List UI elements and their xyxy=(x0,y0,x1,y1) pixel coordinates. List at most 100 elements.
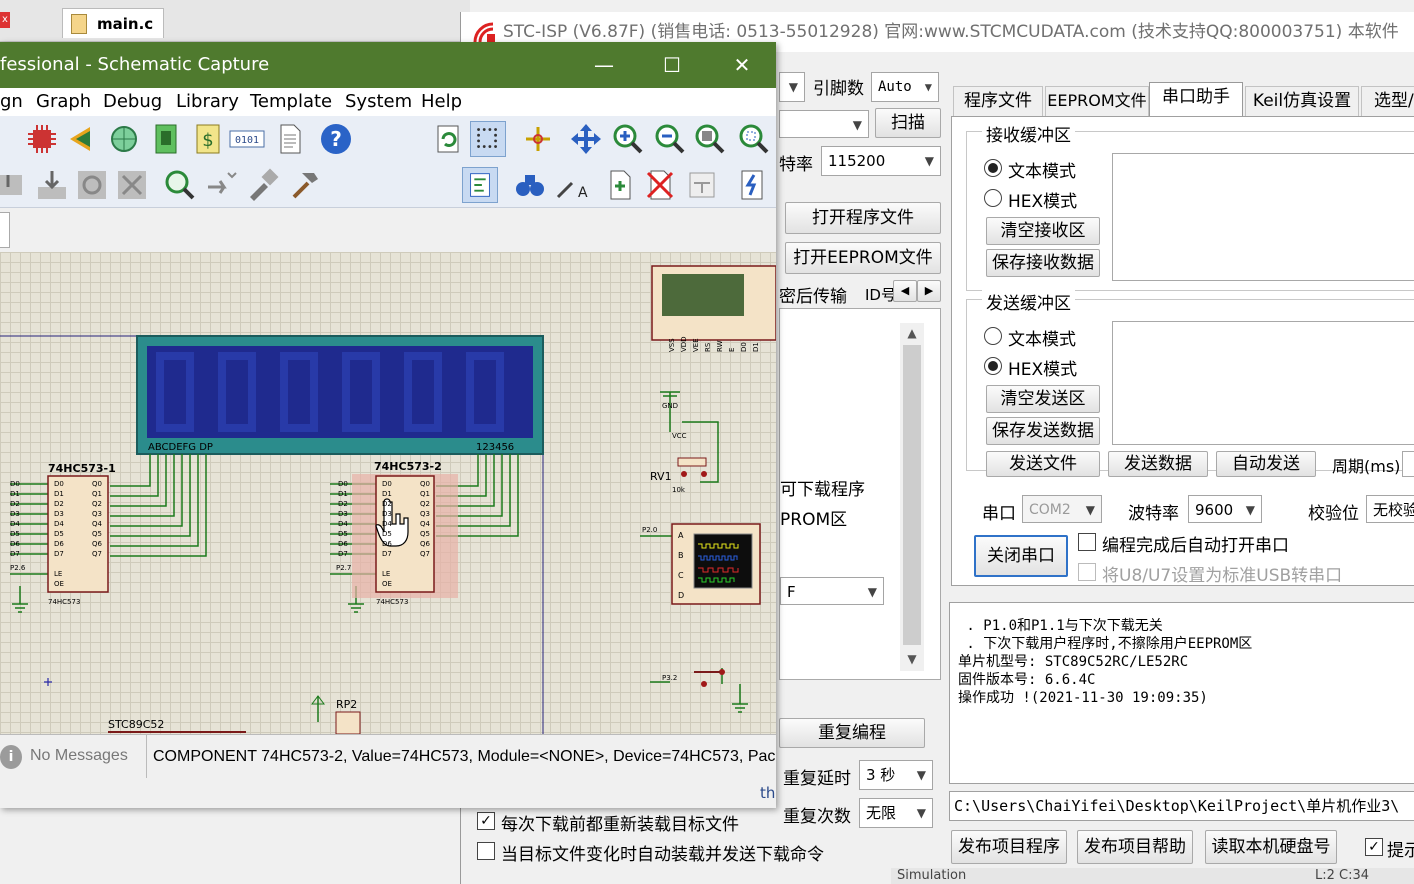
mcu-type-combo[interactable]: ▼ xyxy=(779,72,805,102)
baud-combo[interactable]: 115200 ▼ xyxy=(821,146,941,176)
menu-debug[interactable]: Debug xyxy=(103,88,162,116)
send-data-button[interactable]: 发送数据 xyxy=(1108,451,1208,477)
receive-text-mode-radio[interactable] xyxy=(984,159,1002,177)
bom-dollar-icon[interactable]: $ xyxy=(190,121,226,157)
pins-combo[interactable]: Auto ▼ xyxy=(871,72,939,102)
block-rotate-icon[interactable] xyxy=(74,167,110,203)
menu-design[interactable]: gn xyxy=(0,88,23,116)
origin-icon[interactable] xyxy=(520,121,556,157)
resistor-pack-rp2[interactable]: RP2 xyxy=(311,695,361,734)
port-select-combo[interactable]: ▼ xyxy=(779,110,869,138)
tab-serial-assistant[interactable]: 串口助手 xyxy=(1149,82,1243,117)
refresh-icon[interactable] xyxy=(430,121,466,157)
wire-label-icon[interactable]: A xyxy=(552,167,588,203)
block-delete-icon[interactable] xyxy=(114,167,150,203)
block-down-icon[interactable] xyxy=(34,167,70,203)
globe-icon[interactable] xyxy=(106,121,142,157)
scrollbar-thumb[interactable] xyxy=(903,345,921,645)
maximize-icon[interactable]: ☐ xyxy=(644,42,700,88)
clear-receive-button[interactable]: 清空接收区 xyxy=(986,217,1100,245)
hammer-icon[interactable] xyxy=(286,167,322,203)
tab-eeprom-file[interactable]: EEPROM文件 xyxy=(1045,86,1149,116)
push-button[interactable]: P3.2 xyxy=(662,669,725,687)
scroll-down-icon[interactable]: ▼ xyxy=(900,649,924,669)
clear-send-button[interactable]: 清空发送区 xyxy=(986,385,1100,413)
pan-icon[interactable] xyxy=(568,121,604,157)
sound-icon[interactable] xyxy=(64,121,100,157)
binoculars-icon[interactable] xyxy=(512,167,548,203)
reload-checkbox[interactable]: ✓ xyxy=(477,812,495,830)
zoom-area-icon[interactable] xyxy=(736,121,772,157)
close-icon[interactable]: x xyxy=(0,12,10,28)
help-icon[interactable]: ? xyxy=(318,121,354,157)
open-eeprom-button[interactable]: 打开EEPROM文件 xyxy=(785,242,941,274)
messages-status[interactable]: No Messages xyxy=(30,747,128,765)
binary-file-icon[interactable]: 0101 xyxy=(228,121,266,157)
minimize-icon[interactable]: — xyxy=(576,42,632,88)
zoom-fit-icon[interactable] xyxy=(692,121,728,157)
zoom-in-icon[interactable] xyxy=(610,121,646,157)
sheet-tab[interactable] xyxy=(0,212,10,248)
send-textarea[interactable] xyxy=(1112,321,1414,445)
tab-scroll-right-icon[interactable]: ▶ xyxy=(917,280,941,302)
scan-button[interactable]: 扫描 xyxy=(875,108,941,138)
close-icon[interactable]: ✕ xyxy=(714,42,770,88)
options-scrollbar[interactable]: ▲ ▼ xyxy=(900,323,924,671)
menu-template[interactable]: Template xyxy=(250,88,332,116)
mcu-stc89c52[interactable]: STC89C52 xyxy=(108,718,246,733)
search-icon[interactable] xyxy=(162,167,198,203)
send-text-mode-radio[interactable] xyxy=(984,327,1002,345)
hint-checkbox[interactable]: ✓ xyxy=(1365,838,1383,856)
auto-open-checkbox[interactable] xyxy=(1078,533,1096,551)
tab-selection[interactable]: 选型/ xyxy=(1361,86,1414,116)
send-hex-mode-radio[interactable] xyxy=(984,357,1002,375)
lcd-module[interactable]: VSS VDD VEE RS RW E D0 D1 xyxy=(651,265,776,352)
publish-program-button[interactable]: 发布项目程序 xyxy=(951,830,1067,864)
project-path-field[interactable]: C:\Users\ChaiYifei\Desktop\KeilProject\单… xyxy=(949,791,1414,821)
open-program-button[interactable]: 打开程序文件 xyxy=(785,202,941,234)
chip-74hc573-2[interactable]: 74HC573-2 74HC573 P2.7 xyxy=(336,460,458,606)
close-port-button[interactable]: 关闭串口 xyxy=(974,535,1068,577)
property-tool-icon[interactable] xyxy=(244,167,280,203)
tab-scroll-left-icon[interactable]: ◀ xyxy=(893,280,917,302)
document-icon[interactable] xyxy=(272,121,308,157)
seven-segment-display[interactable]: ABCDEFG DP 123456 xyxy=(136,335,544,455)
block-move-icon[interactable] xyxy=(0,167,36,203)
pick-device-icon[interactable] xyxy=(204,167,240,203)
pcb-icon[interactable] xyxy=(148,121,184,157)
delete-sheet-icon[interactable] xyxy=(642,167,678,203)
menu-system[interactable]: System xyxy=(345,88,412,116)
autoload-checkbox[interactable] xyxy=(477,842,495,860)
receive-hex-mode-radio[interactable] xyxy=(984,189,1002,207)
read-disk-button[interactable]: 读取本机硬盘号 xyxy=(1205,830,1337,864)
parity-combo[interactable]: 无校验 xyxy=(1366,495,1414,523)
save-receive-button[interactable]: 保存接收数据 xyxy=(986,249,1100,277)
editor-tab-main-c[interactable]: main.c xyxy=(62,8,164,38)
grid-icon[interactable] xyxy=(470,121,506,157)
send-file-button[interactable]: 发送文件 xyxy=(986,451,1100,477)
port-combo[interactable]: COM2 ▼ xyxy=(1022,495,1102,523)
electrical-check-icon[interactable] xyxy=(734,167,770,203)
zoom-out-icon[interactable] xyxy=(652,121,688,157)
menu-library[interactable]: Library xyxy=(176,88,239,116)
sheet-hierarchy-icon[interactable] xyxy=(684,167,720,203)
scroll-up-icon[interactable]: ▲ xyxy=(900,323,924,343)
menu-help[interactable]: Help xyxy=(421,88,462,116)
schematic-canvas[interactable]: ABCDEFG DP 123456 74HC573-1 74HC573 P2.6 xyxy=(0,252,776,734)
component-icon[interactable] xyxy=(24,121,60,157)
tab-keil-settings[interactable]: Keil仿真设置 xyxy=(1245,86,1359,116)
new-sheet-icon[interactable] xyxy=(602,167,638,203)
retry-delay-combo[interactable]: 3 秒 ▼ xyxy=(859,760,933,790)
baud2-combo[interactable]: 9600 ▼ xyxy=(1188,495,1262,523)
menu-graph[interactable]: Graph xyxy=(36,88,91,116)
save-send-button[interactable]: 保存发送数据 xyxy=(986,417,1100,445)
receive-textarea[interactable] xyxy=(1112,153,1414,281)
publish-help-button[interactable]: 发布项目帮助 xyxy=(1077,830,1193,864)
potentiometer-rv1[interactable]: RV1 10k GND VCC xyxy=(650,402,707,494)
period-input[interactable] xyxy=(1402,451,1414,477)
options-combo[interactable]: F ▼ xyxy=(780,577,884,605)
auto-send-button[interactable]: 自动发送 xyxy=(1216,451,1316,477)
retry-count-combo[interactable]: 无限 ▼ xyxy=(859,798,933,828)
schematic-mode-icon[interactable] xyxy=(462,167,498,203)
reprogram-button[interactable]: 重复编程 xyxy=(779,718,925,748)
